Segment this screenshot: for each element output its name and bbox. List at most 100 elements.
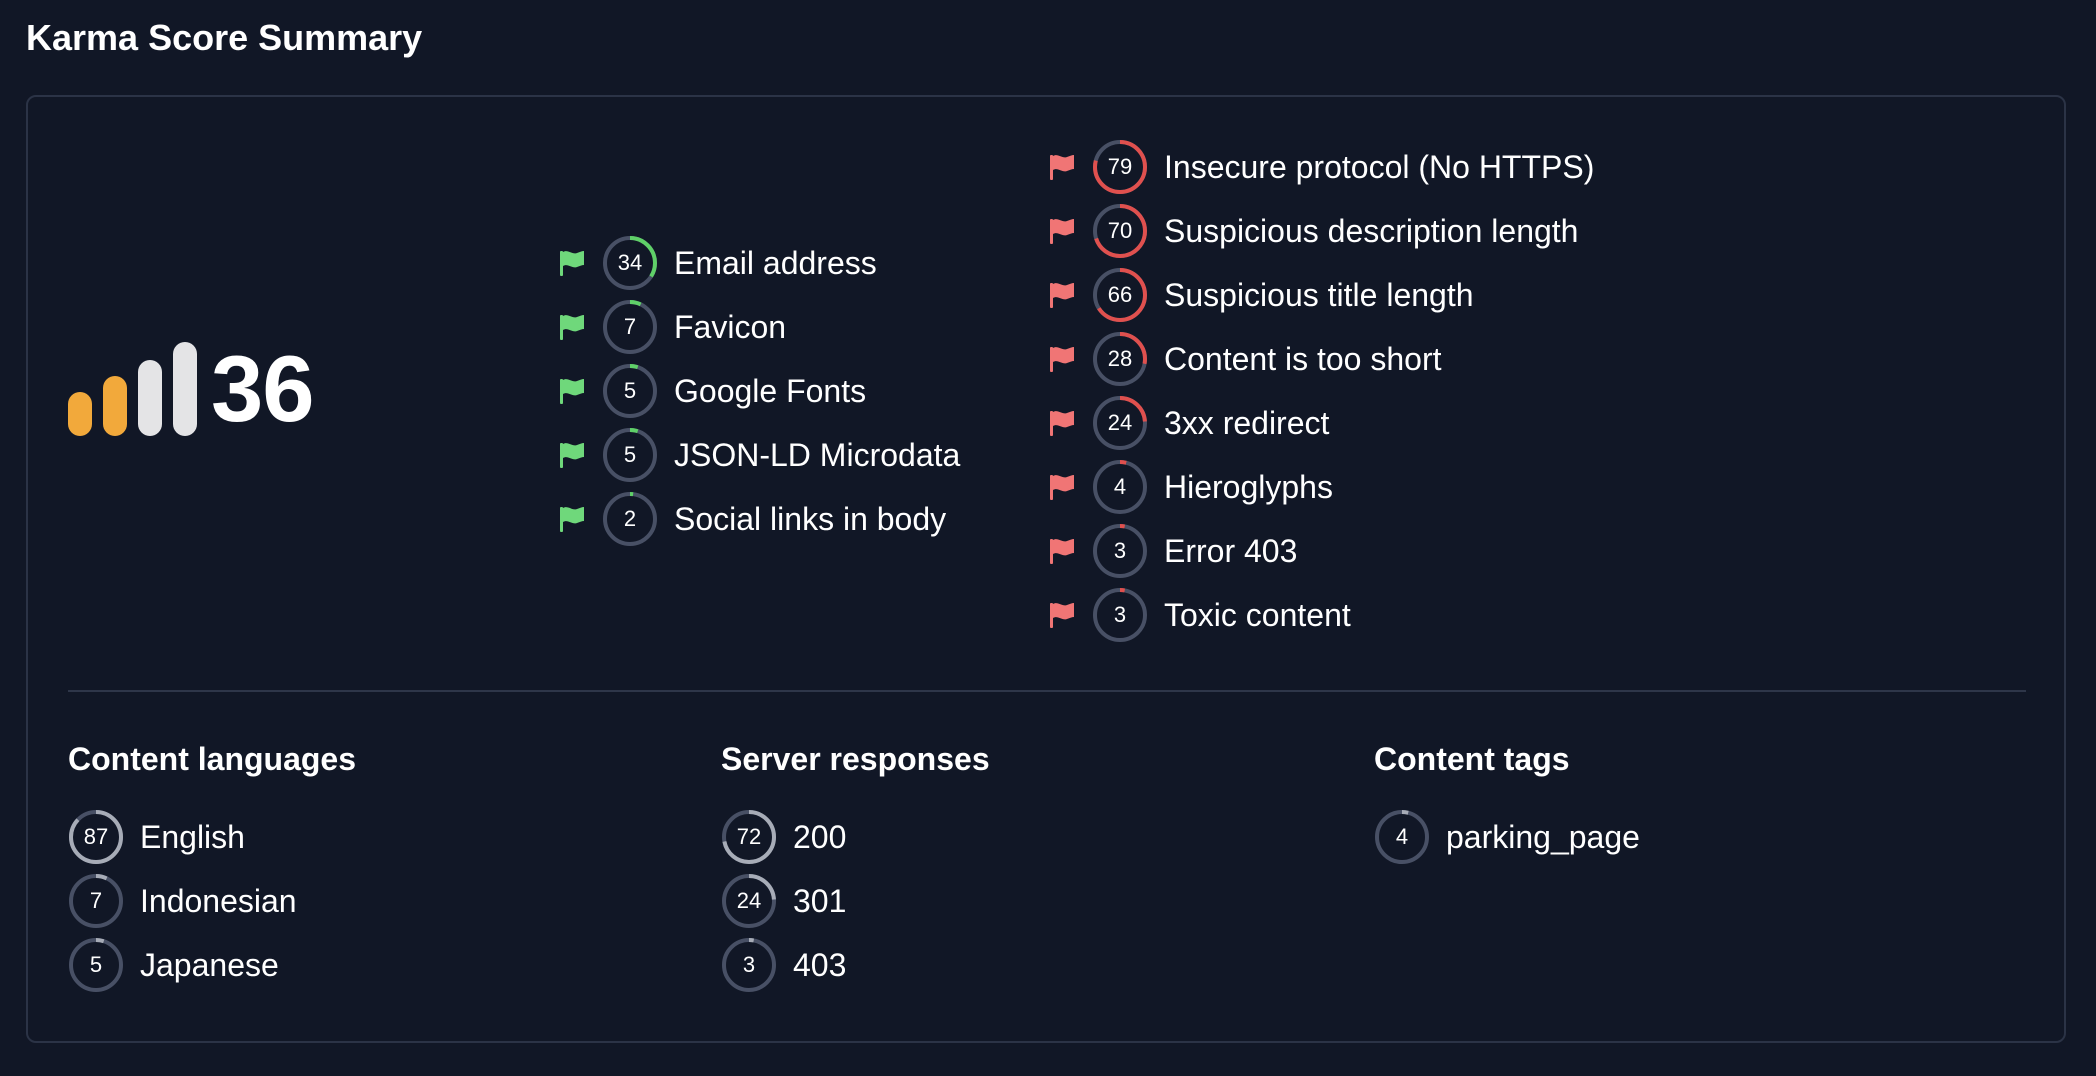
negative-signal-item-label: Toxic content bbox=[1164, 596, 1351, 633]
score-bar-4 bbox=[173, 342, 197, 436]
score-bar-3 bbox=[138, 360, 162, 436]
progress-ring: 3 bbox=[1092, 523, 1148, 579]
ring-value: 7 bbox=[623, 314, 637, 339]
positive-signal-item: 34 Email address bbox=[558, 231, 960, 295]
content-tag-item: 4 parking_page bbox=[1374, 805, 1640, 869]
negative-signal-item: 66 Suspicious title length bbox=[1048, 263, 1594, 327]
flag-icon bbox=[1050, 475, 1074, 500]
positive-signal-item: 2 Social links in body bbox=[558, 487, 960, 551]
progress-ring: 79 bbox=[1092, 139, 1148, 195]
ring-value: 2 bbox=[623, 506, 637, 531]
negative-signal-item: 79 Insecure protocol (No HTTPS) bbox=[1048, 135, 1594, 199]
ring-value: 24 bbox=[736, 888, 762, 913]
content-tags-section: Content tags 4 parking_page bbox=[1374, 737, 1640, 869]
progress-ring: 3 bbox=[721, 937, 777, 993]
flag-icon bbox=[1050, 539, 1074, 564]
ring-value: 87 bbox=[83, 824, 109, 849]
server-responses-section: Server responses 72 200 24 301 3 403 bbox=[721, 737, 990, 997]
negative-signal-item: 70 Suspicious description length bbox=[1048, 199, 1594, 263]
server-response-item: 24 301 bbox=[721, 869, 990, 933]
ring-value: 24 bbox=[1107, 410, 1133, 435]
negative-signal-item: 3 Error 403 bbox=[1048, 519, 1594, 583]
progress-ring: 7 bbox=[68, 873, 124, 929]
ring-value: 4 bbox=[1395, 824, 1409, 849]
ring-value: 4 bbox=[1113, 474, 1127, 499]
negative-signal-item-label: Hieroglyphs bbox=[1164, 468, 1333, 505]
progress-ring: 72 bbox=[721, 809, 777, 865]
flag-icon bbox=[560, 379, 584, 404]
negative-signal-item-label: Content is too short bbox=[1164, 340, 1442, 377]
negative-signal-item-label: Suspicious description length bbox=[1164, 212, 1579, 249]
progress-ring: 3 bbox=[1092, 587, 1148, 643]
flag-icon bbox=[560, 251, 584, 276]
flag-icon bbox=[560, 315, 584, 340]
ring-value: 28 bbox=[1107, 346, 1133, 371]
positive-signal-item: 5 JSON-LD Microdata bbox=[558, 423, 960, 487]
negative-signal-item: 28 Content is too short bbox=[1048, 327, 1594, 391]
ring-value: 5 bbox=[623, 442, 637, 467]
progress-ring: 24 bbox=[721, 873, 777, 929]
server-response-item-label: 200 bbox=[793, 818, 847, 855]
negative-signal-item-label: Suspicious title length bbox=[1164, 276, 1474, 313]
negative-signal-item: 24 3xx redirect bbox=[1048, 391, 1594, 455]
server-response-item: 72 200 bbox=[721, 805, 990, 869]
section-divider bbox=[68, 690, 2026, 692]
progress-ring: 70 bbox=[1092, 203, 1148, 259]
progress-ring: 7 bbox=[602, 299, 658, 355]
server-response-item: 3 403 bbox=[721, 933, 990, 997]
content-tag-item-label: parking_page bbox=[1446, 818, 1640, 855]
positive-signal-item: 5 Google Fonts bbox=[558, 359, 960, 423]
negative-signals-list: 79 Insecure protocol (No HTTPS) 70 Suspicio… bbox=[1048, 135, 1594, 647]
content-tags-title: Content tags bbox=[1374, 741, 1570, 777]
negative-signal-item-label: 3xx redirect bbox=[1164, 404, 1330, 441]
progress-ring: 28 bbox=[1092, 331, 1148, 387]
score-bar-2 bbox=[103, 376, 127, 436]
progress-ring: 4 bbox=[1374, 809, 1430, 865]
score-value: 36 bbox=[211, 336, 315, 441]
server-response-item-label: 403 bbox=[793, 946, 847, 983]
content-languages-title: Content languages bbox=[68, 741, 357, 777]
progress-ring: 66 bbox=[1092, 267, 1148, 323]
progress-ring: 5 bbox=[602, 363, 658, 419]
language-item-label: Japanese bbox=[140, 946, 279, 983]
progress-ring: 5 bbox=[602, 427, 658, 483]
server-responses-title: Server responses bbox=[721, 741, 990, 777]
flag-icon bbox=[1050, 347, 1074, 372]
positive-signals-list: 34 Email address 7 Favicon 5 Google Fonts 5 JSO… bbox=[558, 231, 960, 551]
ring-value: 3 bbox=[742, 952, 756, 977]
progress-ring: 24 bbox=[1092, 395, 1148, 451]
negative-signal-item-label: Error 403 bbox=[1164, 532, 1298, 569]
progress-ring: 2 bbox=[602, 491, 658, 547]
content-languages-list: 87 English 7 Indonesian 5 Japanese bbox=[68, 805, 356, 997]
progress-ring: 5 bbox=[68, 937, 124, 993]
ring-value: 79 bbox=[1107, 154, 1133, 179]
content-tags-list: 4 parking_page bbox=[1374, 805, 1640, 869]
positive-signal-item-label: Social links in body bbox=[674, 500, 947, 537]
negative-signal-item: 4 Hieroglyphs bbox=[1048, 455, 1594, 519]
ring-value: 5 bbox=[623, 378, 637, 403]
score-bar-1 bbox=[68, 392, 92, 436]
server-responses-list: 72 200 24 301 3 403 bbox=[721, 805, 990, 997]
ring-value: 5 bbox=[89, 952, 103, 977]
flag-icon bbox=[1050, 411, 1074, 436]
progress-ring: 34 bbox=[602, 235, 658, 291]
positive-signal-item-label: JSON-LD Microdata bbox=[674, 436, 961, 473]
flag-icon bbox=[1050, 155, 1074, 180]
language-item-label: Indonesian bbox=[140, 882, 297, 919]
language-item-label: English bbox=[140, 818, 245, 855]
positive-signal-item-label: Google Fonts bbox=[674, 372, 867, 409]
flag-icon bbox=[1050, 603, 1074, 628]
ring-value: 3 bbox=[1113, 602, 1127, 627]
page-title: Karma Score Summary bbox=[26, 17, 423, 58]
ring-value: 34 bbox=[617, 250, 643, 275]
progress-ring: 4 bbox=[1092, 459, 1148, 515]
language-item: 87 English bbox=[68, 805, 356, 869]
flag-icon bbox=[560, 443, 584, 468]
positive-signal-item-label: Favicon bbox=[674, 308, 787, 345]
positive-signal-item: 7 Favicon bbox=[558, 295, 960, 359]
server-response-item-label: 301 bbox=[793, 882, 847, 919]
summary-card: 36 34 Email address 7 Favicon 5 Google Fonts 5… bbox=[26, 95, 2066, 1043]
language-item: 5 Japanese bbox=[68, 933, 356, 997]
flag-icon bbox=[1050, 219, 1074, 244]
negative-signal-item: 3 Toxic content bbox=[1048, 583, 1594, 647]
